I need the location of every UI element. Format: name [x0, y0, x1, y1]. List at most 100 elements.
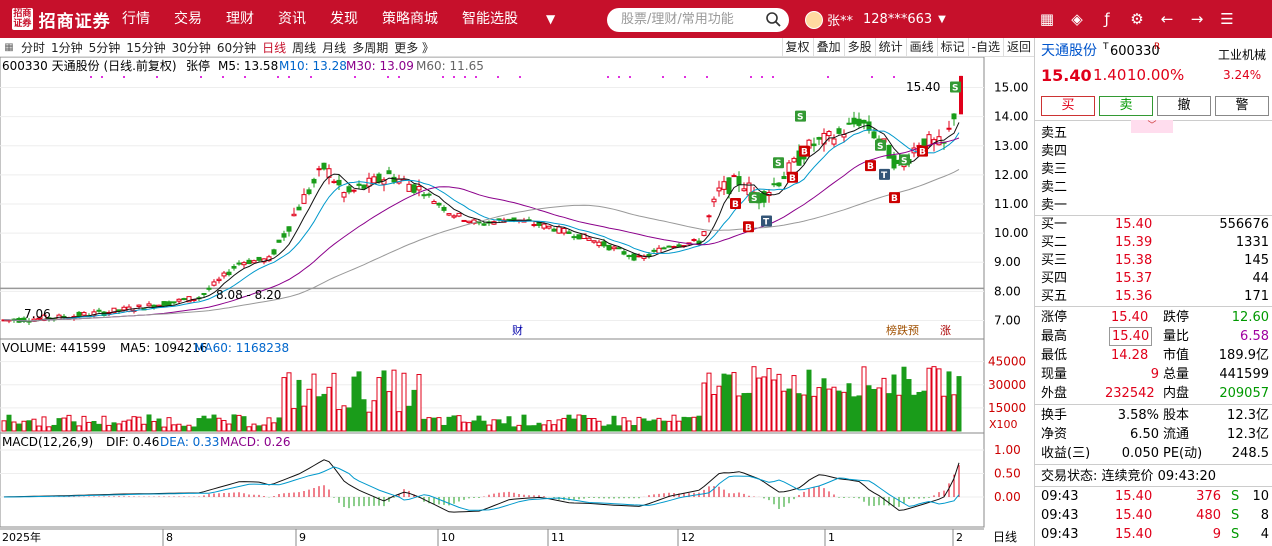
stat-label: 收益(三) — [1041, 446, 1091, 461]
ma30-label: M30: 13.09 — [346, 59, 414, 73]
calendar-icon[interactable]: ▦ — [1032, 0, 1062, 38]
cancel-button[interactable]: 撤 — [1157, 96, 1211, 116]
candle-body — [551, 228, 557, 232]
layout-grid-icon[interactable]: ▦ — [0, 38, 18, 56]
search-icon[interactable] — [765, 11, 781, 27]
volume-bar — [456, 415, 462, 432]
buy-level-row[interactable]: 买三 15.38 145 — [1035, 251, 1272, 270]
stat-label: 外盘 — [1041, 386, 1068, 401]
candle-body — [146, 303, 152, 307]
candle-body — [851, 117, 857, 125]
volume-bar — [826, 388, 832, 432]
volume-bar — [541, 424, 547, 432]
buy-marker-text: B — [867, 162, 874, 172]
volume-bar — [131, 416, 137, 432]
user-info[interactable]: 张** 128***663 ▼ — [805, 10, 946, 29]
period-weekly[interactable]: 周线 — [289, 39, 319, 56]
sell-level-2: 卖二 — [1041, 180, 1068, 195]
period-15min[interactable]: 15分钟 — [123, 39, 168, 56]
sell-button[interactable]: 卖 — [1099, 96, 1153, 116]
volume-bar — [91, 420, 97, 432]
volume-bar — [956, 376, 962, 432]
period-30min[interactable]: 30分钟 — [169, 39, 214, 56]
volume-bar — [806, 369, 812, 432]
kline-chart[interactable]: 15.00 14.00 13.00 12.00 11.00 10.00 9.00 8.00 7.… — [0, 57, 1034, 546]
volume-bar — [106, 424, 112, 432]
candle-body — [206, 287, 212, 290]
volume-bar — [476, 415, 482, 432]
back-arrow-icon[interactable]: ← — [1152, 0, 1182, 38]
tick-side: S — [1231, 489, 1240, 504]
candle-body — [691, 239, 697, 242]
volume-bar — [896, 394, 902, 432]
buy-level-row[interactable]: 买一 15.40 556676 — [1035, 215, 1272, 234]
period-monthly[interactable]: 月线 — [319, 39, 349, 56]
stat-label: 换手 — [1041, 408, 1068, 423]
event-dot — [222, 76, 224, 78]
daily-tab[interactable]: 日线 — [993, 530, 1017, 544]
sell-marker-text: S — [751, 194, 757, 204]
buy-level-row[interactable]: 买二 15.39 1331 — [1035, 233, 1272, 252]
volume-bar — [916, 391, 922, 432]
price-pct: 10.00% — [1127, 66, 1185, 84]
function-icon[interactable]: ƒ — [1092, 0, 1122, 38]
volume-bar — [771, 379, 777, 432]
stat-label: 净资 — [1041, 427, 1068, 442]
stock-name[interactable]: 天通股份 — [1041, 42, 1097, 61]
forward-arrow-icon[interactable]: → — [1182, 0, 1212, 38]
tool-huaxian[interactable]: 画线 — [905, 38, 937, 57]
tool-back[interactable]: 返回 — [1002, 38, 1034, 57]
tool-biaoji[interactable]: 标记 — [936, 38, 968, 57]
candle-body — [601, 241, 607, 247]
tool-zixuan[interactable]: -自选 — [967, 38, 1003, 57]
buy-marker-text: B — [919, 148, 926, 158]
period-multi[interactable]: 多周期 — [349, 39, 391, 56]
tool-tongji[interactable]: 统计 — [874, 38, 906, 57]
chevron-down-icon[interactable]: ▼ — [530, 0, 571, 38]
buy-level-row[interactable]: 买五 15.36 171 — [1035, 287, 1272, 306]
period-more[interactable]: 更多 》 — [391, 39, 437, 56]
candle-body — [81, 312, 87, 316]
nav-zixun[interactable]: 资讯 — [266, 0, 318, 38]
period-fenshi[interactable]: 分时 — [18, 39, 48, 56]
period-daily[interactable]: 日线 — [259, 39, 289, 56]
period-5min[interactable]: 5分钟 — [86, 39, 124, 56]
volume-bar — [191, 426, 197, 432]
nav-faxian[interactable]: 发现 — [318, 0, 370, 38]
nav-celue[interactable]: 策略商城 — [370, 0, 450, 38]
tool-fuquan[interactable]: 复权 — [781, 38, 813, 57]
volume-bar — [181, 425, 187, 432]
alert-button[interactable]: 警 — [1215, 96, 1269, 116]
industry-name[interactable]: 工业机械 — [1218, 46, 1266, 65]
volume-bar — [681, 416, 687, 432]
menu-icon[interactable]: ☰ — [1212, 0, 1242, 38]
event-dot — [684, 76, 686, 78]
tool-duogu[interactable]: 多股 — [843, 38, 875, 57]
month-label: 8 — [166, 531, 173, 544]
volume-bar — [551, 424, 557, 432]
sell-marker-text: S — [797, 113, 803, 123]
high-tag: 15.40 — [906, 80, 940, 94]
candle-body — [176, 298, 182, 302]
chart-canvas[interactable]: 15.0014.0013.0012.0011.0010.009.008.007.… — [0, 57, 1034, 546]
limit-tag: 张停 — [186, 58, 210, 73]
volume-bar — [396, 411, 402, 432]
user-chevron-icon[interactable]: ▼ — [938, 14, 946, 25]
volume-bar — [281, 377, 287, 432]
avatar[interactable] — [805, 10, 823, 29]
fin-tag: 财 — [512, 323, 523, 337]
volume-bar — [636, 416, 642, 432]
buy-level-row[interactable]: 买四 15.37 44 — [1035, 269, 1272, 288]
volume-bar — [616, 425, 622, 432]
nav-jiaoyi[interactable]: 交易 — [162, 0, 214, 38]
gear-icon[interactable]: ⚙ — [1122, 0, 1152, 38]
search-input[interactable]: 股票/理财/常用功能 — [607, 8, 789, 32]
period-1min[interactable]: 1分钟 — [48, 39, 86, 56]
nav-xuangu[interactable]: 智能选股 — [450, 0, 530, 38]
nav-hangqing[interactable]: 行情 — [110, 0, 162, 38]
period-60min[interactable]: 60分钟 — [214, 39, 259, 56]
nav-licai[interactable]: 理财 — [214, 0, 266, 38]
buy-button[interactable]: 买 — [1041, 96, 1095, 116]
cube-icon[interactable]: ◈ — [1062, 0, 1092, 38]
tool-diejia[interactable]: 叠加 — [812, 38, 844, 57]
